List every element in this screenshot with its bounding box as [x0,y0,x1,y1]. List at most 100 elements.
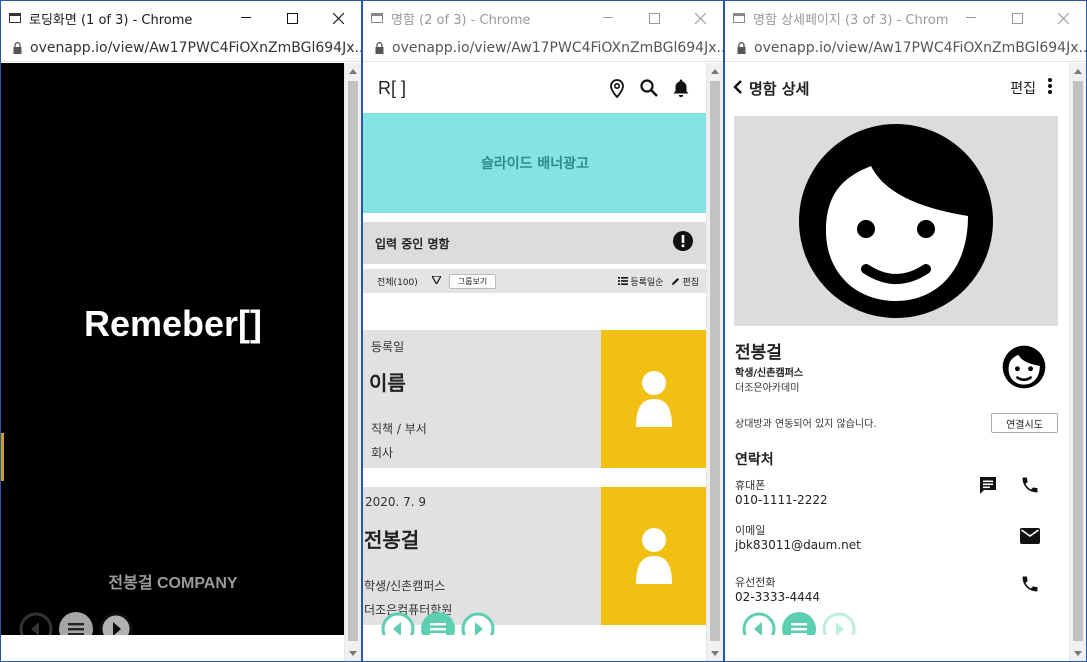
message-icon[interactable] [978,475,998,499]
title-bar[interactable]: 명함 상세페이지 (3 of 3) - Chrome [725,1,1086,35]
card-item[interactable]: 등록일 이름 직책 / 부서 회사 [363,330,707,468]
card-name: 전봉걸 [364,528,420,552]
next-page-button[interactable] [99,612,133,635]
group-view-dropdown[interactable]: 그룹보기 [448,273,497,289]
page-viewport: Remeber[] 전봉걸 COMPANY [1,63,345,635]
next-page-button[interactable] [461,612,495,635]
edit-label: 편집 [682,277,699,288]
card-date: 등록일 [371,340,405,354]
scroll-thumb[interactable] [348,81,358,641]
edit-option[interactable]: 편집 [671,275,699,288]
window-title: 로딩화면 (1 of 3) - Chrome [29,12,193,28]
back-icon[interactable] [733,79,743,98]
app-logo[interactable]: R[ ] [378,78,601,99]
maximize-button[interactable] [269,1,315,35]
brand-title: Remeber[] [83,303,263,344]
minimize-button[interactable] [223,1,269,35]
url-text: ovenapp.io/view/Aw17PWC4FiOXnZmBGl694Jx.… [30,40,361,56]
close-button[interactable] [315,1,361,35]
company-label: 전봉걸 COMPANY [108,575,238,592]
contact-value[interactable]: jbk83011@daum.net [735,538,861,552]
window-card-list[interactable]: 명함 (2 of 3) - Chrome ovenapp.io/view/Aw1… [362,0,724,662]
lock-icon [737,39,746,58]
prev-page-button[interactable] [742,612,776,635]
location-icon[interactable] [601,78,633,98]
close-button[interactable] [677,1,723,35]
scroll-down-icon[interactable] [345,645,361,661]
menu-button[interactable] [59,612,93,635]
connect-button[interactable]: 연결시도 [991,413,1058,433]
scroll-up-icon[interactable] [707,63,723,79]
person-org: 더조은아카데미 [735,383,800,394]
window-card-detail[interactable]: 명함 상세페이지 (3 of 3) - Chrome ovenapp.io/vi… [724,0,1087,662]
menu-button[interactable] [421,612,455,635]
scrollbar[interactable] [344,63,361,661]
title-bar[interactable]: 명함 (2 of 3) - Chrome [363,1,723,35]
close-button[interactable] [1040,1,1086,35]
prev-page-button[interactable] [381,612,415,635]
card-position: 직책 / 부서 [371,422,427,436]
search-icon[interactable] [633,79,665,97]
card-image[interactable] [734,116,1058,326]
window-title: 명함 (2 of 3) - Chrome [391,12,531,28]
phone-icon[interactable] [1020,574,1040,598]
card-photo [601,330,707,468]
card-position: 학생/신촌캠퍼스 [364,579,446,593]
contact-section-title: 연락처 [735,452,774,468]
maximize-button[interactable] [994,1,1040,35]
edit-button[interactable]: 편집 [1010,78,1036,98]
person-dept: 학생/신촌캠퍼스 [735,368,804,379]
contact-value[interactable]: 010-1111-2222 [735,493,828,507]
address-bar[interactable]: ovenapp.io/view/Aw17PWC4FiOXnZmBGl694Jx.… [1,35,361,62]
window-title: 명함 상세페이지 (3 of 3) - Chrome [753,12,948,28]
more-vert-icon[interactable] [1048,78,1052,98]
sort-option[interactable]: 등록일순 [618,275,663,288]
scroll-down-icon[interactable] [707,645,723,661]
filter-bar: 전체(100) 그룹보기 등록일순 편집 [363,269,707,293]
card-item[interactable]: 2020. 7. 9 전봉걸 학생/신촌캠퍼스 더조은컴퓨터학원 [363,487,707,625]
phone-icon[interactable] [1020,475,1040,499]
page-viewport: 명함 상세 편집 전봉걸 학생/신촌캠퍼스 더조은아카데미 상대방과 연동되어 … [725,63,1070,635]
detail-title: 명함 상세 [749,79,810,98]
avatar[interactable] [1002,345,1046,393]
scroll-thumb[interactable] [710,81,720,641]
contact-value[interactable]: 02-3333-4444 [735,590,820,604]
scroll-down-icon[interactable] [1070,645,1086,661]
person-icon [636,528,672,584]
alert-icon[interactable] [673,231,693,255]
next-page-button[interactable] [822,612,856,635]
total-count[interactable]: 전체(100) [377,275,418,288]
card-date: 2020. 7. 9 [365,495,427,509]
maximize-button[interactable] [631,1,677,35]
scrollbar[interactable] [706,63,723,661]
window-app-icon [9,13,21,23]
bell-icon[interactable] [665,78,697,98]
scroll-up-icon[interactable] [1070,63,1086,79]
window-app-icon [733,13,745,23]
minimize-button[interactable] [948,1,994,35]
pending-cards-bar[interactable]: 입력 중인 명함 [363,222,707,264]
face-icon [799,124,993,318]
window-loading[interactable]: 로딩화면 (1 of 3) - Chrome ovenapp.io/view/A… [0,0,362,662]
person-icon [636,371,672,427]
mail-icon[interactable] [1020,528,1040,548]
menu-button[interactable] [782,612,816,635]
prototype-controls [19,612,133,635]
scroll-thumb[interactable] [1073,81,1083,641]
scrollbar[interactable] [1069,63,1086,661]
card-name: 이름 [369,371,406,395]
minimize-button[interactable] [585,1,631,35]
card-company: 회사 [371,446,394,460]
address-bar[interactable]: ovenapp.io/view/Aw17PWC4FiOXnZmBGl694Jx.… [725,35,1086,62]
title-bar[interactable]: 로딩화면 (1 of 3) - Chrome [1,1,361,35]
link-status-text: 상대방과 연동되어 있지 않습니다. [735,419,877,430]
person-name: 전봉걸 [735,343,782,363]
scroll-up-icon[interactable] [345,63,361,79]
address-bar[interactable]: ovenapp.io/view/Aw17PWC4FiOXnZmBGl694Jx.… [363,35,723,62]
slide-banner[interactable]: 슬라이드 배너광고 [363,113,707,213]
filter-icon[interactable] [430,274,442,287]
detail-header: 명함 상세 편집 [725,63,1070,113]
sort-label: 등록일순 [630,277,664,288]
prototype-controls [742,612,856,635]
prev-page-button[interactable] [19,612,53,635]
